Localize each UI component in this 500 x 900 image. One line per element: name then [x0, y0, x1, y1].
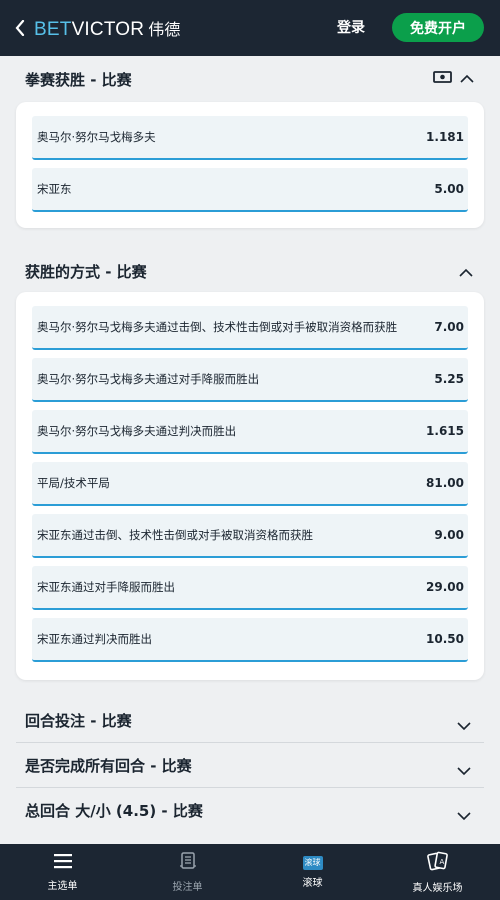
nav-label-live-casino: 真人娱乐场	[412, 882, 463, 894]
selection-button[interactable]: 奥马尔·努尔马戈梅多夫通过击倒、技术性击倒或对手被取消资格而获胜 7.00	[32, 306, 468, 350]
top-bar: BET VICTOR 伟德 登录 免费开户	[0, 0, 500, 56]
selection-odds: 5.25	[434, 372, 464, 386]
login-link[interactable]: 登录	[337, 17, 365, 37]
selection-button[interactable]: 奥马尔·努尔马戈梅多夫 1.181	[32, 116, 468, 160]
svg-text:A: A	[439, 858, 444, 866]
selection-name: 宋亚东通过击倒、技术性击倒或对手被取消资格而获胜	[37, 528, 313, 542]
method-of-victory-card: 奥马尔·努尔马戈梅多夫通过击倒、技术性击倒或对手被取消资格而获胜 7.00 奥马…	[16, 292, 484, 680]
selection-odds: 81.00	[426, 476, 464, 490]
selection-odds: 9.00	[434, 528, 464, 542]
selection-name: 宋亚东	[37, 182, 72, 196]
selection-odds: 7.00	[434, 320, 464, 334]
cash-icon[interactable]	[433, 69, 452, 88]
nav-label-live: 滚球	[302, 877, 323, 889]
section-title-method-of-victory: 获胜的方式 - 比赛	[25, 263, 147, 281]
market-header-total-rounds[interactable]: 总回合 大/小 (4.5) - 比赛	[16, 789, 484, 833]
fight-winner-card: 奥马尔·努尔马戈梅多夫 1.181 宋亚东 5.00	[16, 102, 484, 228]
nav-live-casino[interactable]: A 真人娱乐场	[375, 844, 500, 900]
market-header-round-betting[interactable]: 回合投注 - 比赛	[16, 699, 484, 743]
selection-odds: 1.181	[426, 130, 464, 144]
chevron-down-icon	[457, 761, 473, 777]
logo-cn-text: 伟德	[148, 21, 181, 39]
chevron-down-icon	[457, 806, 473, 822]
selection-name: 平局/技术平局	[37, 476, 110, 490]
selection-odds: 5.00	[434, 182, 464, 196]
selection-name: 奥马尔·努尔马戈梅多夫通过对手降服而胜出	[37, 372, 260, 386]
market-header-go-the-distance[interactable]: 是否完成所有回合 - 比赛	[16, 744, 484, 788]
nav-live[interactable]: 滚球 滚球	[250, 844, 375, 900]
section-title-fight-winner: 拳赛获胜 - 比赛	[25, 71, 132, 89]
selection-button[interactable]: 宋亚东通过对手降服而胜出 29.00	[32, 566, 468, 610]
betvictor-logo[interactable]: BET VICTOR 伟德	[34, 16, 181, 41]
cards-icon: A	[426, 851, 450, 875]
nav-main-menu[interactable]: 主选单	[0, 844, 125, 900]
section-title-total-rounds: 总回合 大/小 (4.5) - 比赛	[25, 802, 203, 820]
selection-name: 宋亚东通过判决而胜出	[37, 632, 152, 646]
logo-victor-text: VICTOR	[71, 18, 145, 40]
chevron-up-icon[interactable]	[459, 263, 475, 279]
chevron-down-icon	[457, 716, 473, 732]
selection-button[interactable]: 宋亚东 5.00	[32, 168, 468, 212]
selection-name: 奥马尔·努尔马戈梅多夫	[37, 130, 156, 144]
selection-button[interactable]: 宋亚东通过判决而胜出 10.50	[32, 618, 468, 662]
back-arrow-icon[interactable]	[10, 18, 30, 38]
register-button[interactable]: 免费开户	[392, 13, 484, 42]
bottom-navigation: 主选单 投注单 滚球 滚球 A 真人娱乐场	[0, 844, 500, 900]
selection-odds: 10.50	[426, 632, 464, 646]
section-title-go-the-distance: 是否完成所有回合 - 比赛	[25, 757, 192, 775]
selection-odds: 1.615	[426, 424, 464, 438]
logo-bet-text: BET	[34, 18, 72, 40]
section-title-round-betting: 回合投注 - 比赛	[25, 712, 132, 730]
live-icon: 滚球	[302, 855, 323, 870]
nav-betslip[interactable]: 投注单	[125, 844, 250, 900]
betslip-icon	[179, 851, 197, 874]
selection-name: 奥马尔·努尔马戈梅多夫通过判决而胜出	[37, 424, 237, 438]
selection-button[interactable]: 奥马尔·努尔马戈梅多夫通过判决而胜出 1.615	[32, 410, 468, 454]
selection-name: 宋亚东通过对手降服而胜出	[37, 580, 175, 594]
selection-button[interactable]: 宋亚东通过击倒、技术性击倒或对手被取消资格而获胜 9.00	[32, 514, 468, 558]
chevron-up-icon[interactable]	[460, 69, 474, 88]
menu-icon	[53, 853, 73, 873]
selection-odds: 29.00	[426, 580, 464, 594]
nav-label-main-menu: 主选单	[47, 880, 78, 892]
selection-button[interactable]: 平局/技术平局 81.00	[32, 462, 468, 506]
selection-button[interactable]: 奥马尔·努尔马戈梅多夫通过对手降服而胜出 5.25	[32, 358, 468, 402]
section-header-icons	[433, 69, 474, 88]
selection-name: 奥马尔·努尔马戈梅多夫通过击倒、技术性击倒或对手被取消资格而获胜	[37, 320, 398, 334]
nav-label-betslip: 投注单	[172, 881, 203, 893]
market-list: 拳赛获胜 - 比赛 奥马尔·努尔马戈梅多夫 1.181 宋亚东 5.00 获胜的…	[0, 56, 500, 844]
